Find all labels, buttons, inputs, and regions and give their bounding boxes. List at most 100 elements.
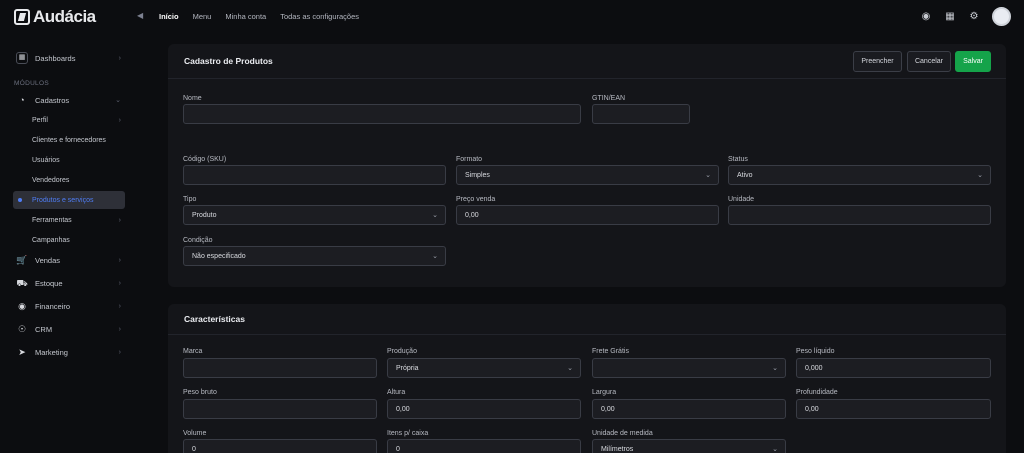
nome-input[interactable] [183,104,581,124]
sku-input[interactable] [183,165,446,185]
sidebar-subitem-produtos[interactable]: Produtos e serviços [13,191,125,209]
status-select[interactable]: Ativo ⌄ [728,165,991,185]
gtin-input[interactable] [592,104,690,124]
itens-caixa-label: Itens p/ caixa [387,430,429,437]
sidebar-subitem-vendedores[interactable]: Vendedores [13,171,125,189]
sidebar-item-cadastros[interactable]: ◔ Cadastros ⌄ [13,90,125,110]
formato-label: Formato [456,156,483,163]
status-value: Ativo [737,171,753,179]
chevron-right-icon: › [118,302,121,310]
chevron-right-icon: › [118,116,121,124]
save-button[interactable]: Salvar [955,51,991,72]
logo-text: Audácia [33,7,96,26]
sidebar-toggle-icon[interactable]: ◀ [137,11,143,20]
itens-caixa-input[interactable]: 0 [387,439,581,453]
topnav-menu[interactable]: Menu [193,12,212,21]
chevron-right-icon: › [118,325,121,333]
pie-chart-icon: ◔ [19,95,25,105]
preco-label: Preço venda [456,196,496,203]
sidebar-item-financeiro[interactable]: ◉ Financeiro › [13,296,125,316]
frete-select[interactable]: ⌄ [592,358,786,378]
producao-label: Produção [387,348,417,355]
profundidade-label: Profundidade [796,389,838,396]
topnav-inicio[interactable]: Início [159,12,179,21]
avatar[interactable] [992,7,1011,26]
sidebar-item-label: Dashboards [35,53,76,63]
altura-input[interactable]: 0,00 [387,399,581,419]
sidebar-item-label: CRM [35,324,53,334]
nome-label: Nome [183,95,202,102]
peso-liquido-label: Peso líquido [796,348,835,355]
truck-icon: ⛟ [16,278,28,288]
producao-select[interactable]: Própria ⌄ [387,358,581,378]
sidebar-item-vendas[interactable]: 🛒 Vendas › [13,250,125,270]
marca-input[interactable] [183,358,377,378]
chevron-down-icon: ⌄ [772,365,778,372]
tipo-select[interactable]: Produto ⌄ [183,205,446,225]
profundidade-input[interactable]: 0,00 [796,399,991,419]
frete-label: Frete Grátis [592,348,629,355]
chevron-down-icon: ⌄ [432,212,438,219]
sidebar-item-label: Estoque [35,278,63,288]
card-header: Características [168,304,1006,335]
altura-label: Altura [387,389,406,396]
top-actions: ◉ ▦ ⚙ [920,7,1011,26]
sidebar-subitem-usuarios[interactable]: Usuários [13,151,125,169]
sidebar-subitem-label: Vendedores [32,176,70,184]
sidebar-subitem-clientes[interactable]: Clientes e fornecedores [13,131,125,149]
sidebar-item-dashboards[interactable]: ▦ Dashboards › [13,48,125,68]
producao-value: Própria [396,364,419,372]
sidebar-item-label: Financeiro [35,301,71,311]
sidebar-subitem-campanhas[interactable]: Campanhas [13,231,125,249]
top-navigation: Início Menu Minha conta Todas as configu… [159,12,359,21]
tipo-label: Tipo [183,196,197,203]
card-title: Características [184,314,245,324]
sidebar-subitem-ferramentas[interactable]: Ferramentas › [13,211,125,229]
sidebar-subitem-perfil[interactable]: Perfil › [13,111,125,129]
volume-label: Volume [183,430,207,437]
sidebar-item-estoque[interactable]: ⛟ Estoque › [13,273,125,293]
palette-icon[interactable]: ◉ [920,11,932,23]
peso-liquido-input[interactable]: 0,000 [796,358,991,378]
topnav-configuracoes[interactable]: Todas as configurações [280,12,359,21]
chevron-down-icon: ⌄ [432,253,438,260]
unidade-medida-select[interactable]: Milímetros ⌄ [592,439,786,453]
sidebar-subitem-label: Ferramentas [32,216,72,224]
grid-icon[interactable]: ▦ [944,11,956,23]
cancel-button[interactable]: Cancelar [907,51,951,72]
dollar-icon: ◉ [18,301,26,311]
gtin-label: GTIN/EAN [592,95,626,102]
logo-icon [14,9,30,25]
section-label-modulos: MÓDULOS [14,80,49,87]
condicao-value: Não especificado [192,252,246,260]
peso-bruto-input[interactable] [183,399,377,419]
chevron-down-icon: ⌄ [705,172,711,179]
dashboard-icon: ▦ [16,52,28,64]
largura-input[interactable]: 0,00 [592,399,786,419]
app-logo[interactable]: Audácia [14,7,96,27]
peso-bruto-label: Peso bruto [183,389,217,396]
sidebar-subitem-label: Campanhas [32,236,70,244]
topnav-minha-conta[interactable]: Minha conta [225,12,266,21]
product-form-card: Cadastro de Produtos Preencher Cancelar … [168,44,1006,287]
unidade-input[interactable] [728,205,991,225]
fill-button[interactable]: Preencher [853,51,902,72]
formato-select[interactable]: Simples ⌄ [456,165,719,185]
condicao-select[interactable]: Não especificado ⌄ [183,246,446,266]
sidebar-subitem-label: Usuários [32,156,60,164]
rocket-icon: ➤ [18,347,26,357]
volume-input[interactable]: 0 [183,439,377,453]
sidebar-item-marketing[interactable]: ➤ Marketing › [13,342,125,362]
card-header: Cadastro de Produtos Preencher Cancelar … [168,44,1006,79]
unidade-medida-value: Milímetros [601,445,634,453]
active-dot-icon [18,198,22,202]
sidebar-subitem-label: Produtos e serviços [32,196,94,204]
chevron-right-icon: › [118,54,121,62]
formato-value: Simples [465,171,490,179]
chevron-down-icon: ⌄ [772,446,778,453]
sidebar-item-crm[interactable]: ☉ CRM › [13,319,125,339]
preco-input[interactable]: 0,00 [456,205,719,225]
chevron-down-icon: ⌄ [567,365,573,372]
sidebar-subitem-label: Clientes e fornecedores [32,136,106,144]
gear-icon[interactable]: ⚙ [968,11,980,23]
